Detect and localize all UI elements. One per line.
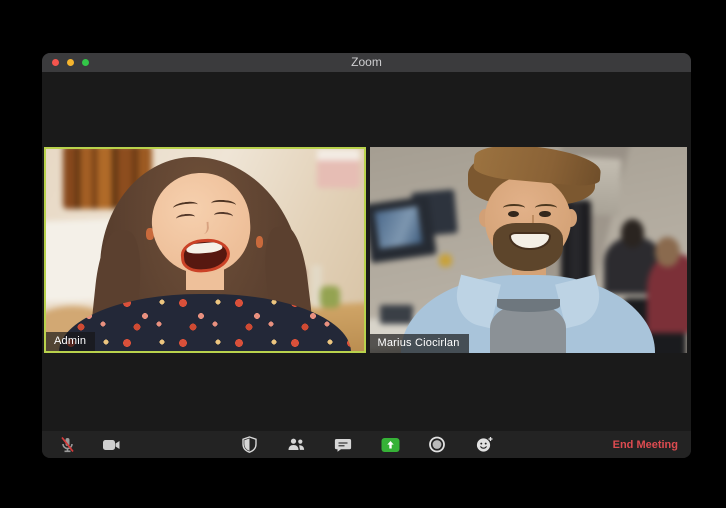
- video-tile-marius[interactable]: Marius Ciocirlan: [369, 147, 687, 353]
- participants-button[interactable]: [285, 434, 307, 456]
- chat-button[interactable]: [332, 434, 354, 456]
- participant-name-label: Admin: [46, 332, 96, 351]
- desktop: { "window": { "title": "Zoom", "traffic_…: [0, 0, 726, 508]
- meeting-toolbar: End Meeting: [42, 431, 691, 458]
- shield-icon: [241, 436, 257, 453]
- security-button[interactable]: [238, 434, 260, 456]
- record-button[interactable]: [426, 434, 448, 456]
- fullscreen-window-button[interactable]: [82, 59, 89, 66]
- participant-name-label: Marius Ciocirlan: [369, 334, 469, 353]
- chat-bubble-icon: [334, 438, 352, 452]
- reactions-button[interactable]: [473, 434, 495, 456]
- participants-icon: [288, 438, 304, 450]
- close-window-button[interactable]: [52, 59, 59, 66]
- share-screen-icon: [381, 437, 399, 452]
- record-icon: [429, 436, 445, 453]
- end-meeting-button[interactable]: End Meeting: [613, 439, 678, 451]
- window-title: Zoom: [351, 55, 382, 69]
- traffic-lights: [52, 59, 89, 66]
- video-tile-admin[interactable]: Admin: [44, 147, 366, 353]
- video-strip: Admin Marius Ciocirlan: [44, 147, 687, 353]
- title-bar: Zoom: [42, 53, 691, 72]
- meeting-stage: Admin Marius Ciocirlan: [42, 72, 691, 431]
- admin-video-feed: [45, 149, 364, 351]
- toolbar-left-group: [56, 434, 122, 456]
- toolbar-center-group: [238, 434, 495, 456]
- microphone-muted-icon: [60, 436, 74, 452]
- share-screen-button[interactable]: [379, 434, 401, 456]
- reactions-icon: [476, 437, 492, 452]
- mute-button[interactable]: [56, 434, 78, 456]
- video-button[interactable]: [100, 434, 122, 456]
- video-camera-icon: [102, 439, 119, 450]
- marius-video-feed: [369, 147, 687, 353]
- minimize-window-button[interactable]: [67, 59, 74, 66]
- zoom-meeting-window: Zoom Admin Marius Ciocirlan End Meeting: [42, 53, 691, 458]
